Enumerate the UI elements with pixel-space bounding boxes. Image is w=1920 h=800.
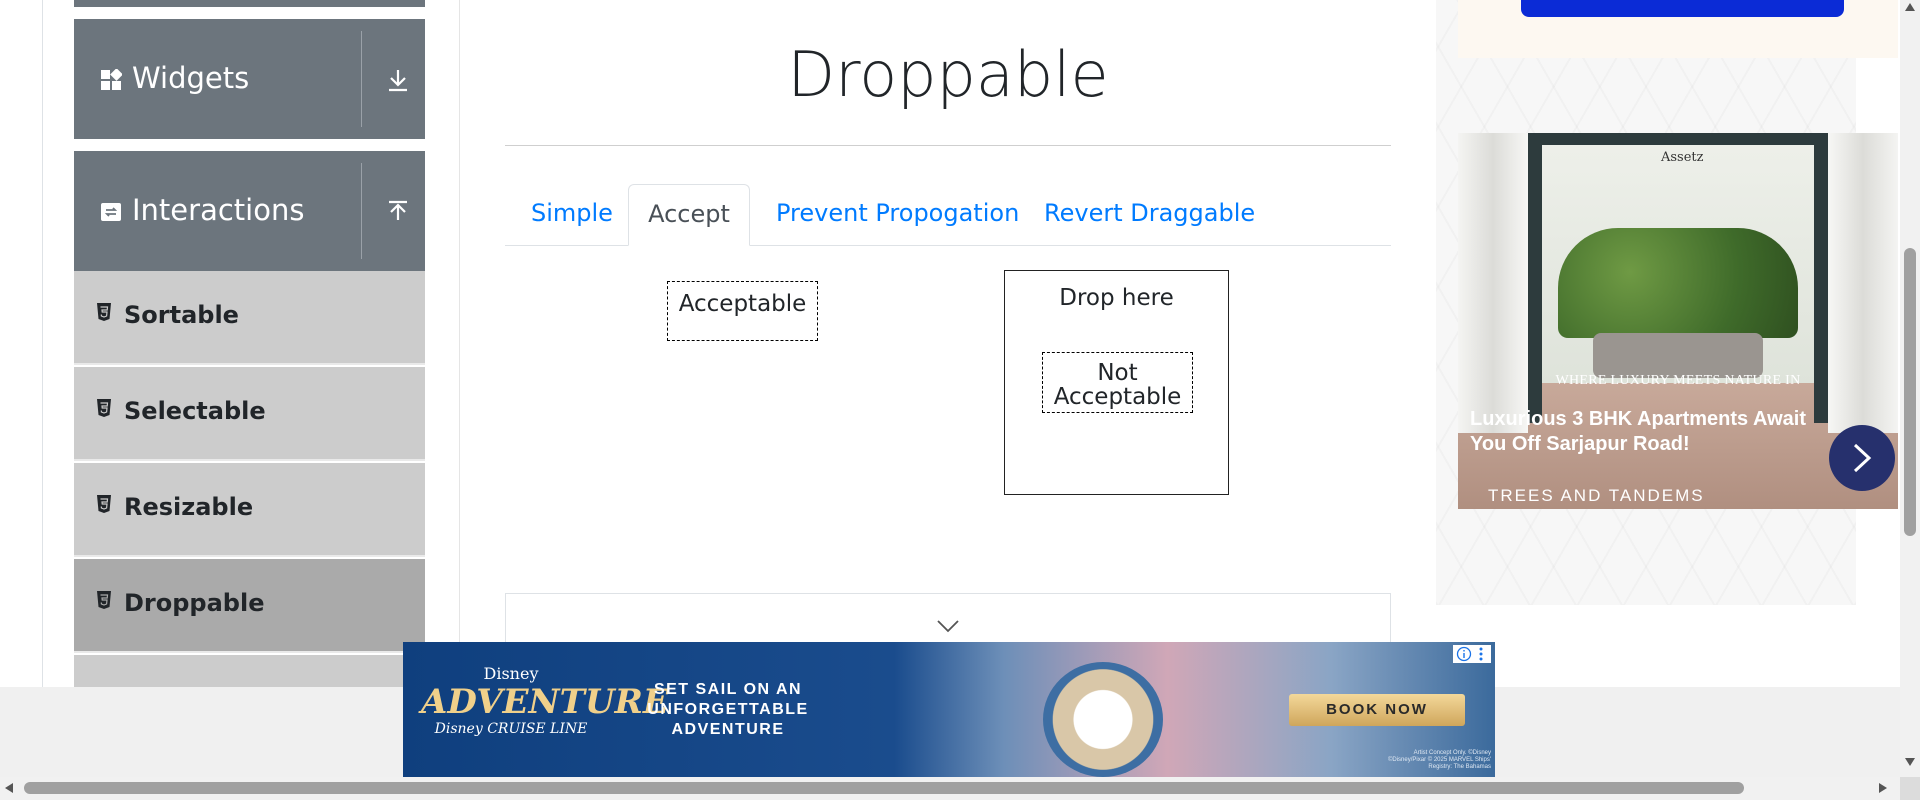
apartment-ad[interactable]: Assetz WHERE LUXURY MEETS NATURE IN Luxu… bbox=[1458, 133, 1898, 509]
sidebar-group-previous[interactable] bbox=[74, 0, 425, 7]
disney-cruise-ad[interactable]: Disney ADVENTURE Disney CRUISE LINE SET … bbox=[403, 642, 1495, 777]
sidebar-item-label: Resizable bbox=[124, 493, 254, 521]
logo-bottom-text: Disney CRUISE LINE bbox=[434, 721, 588, 737]
scroll-down-arrow-icon[interactable] bbox=[1905, 758, 1915, 766]
scroll-right-arrow-icon[interactable] bbox=[1879, 783, 1887, 793]
chevron-right-icon bbox=[1853, 443, 1872, 473]
sidebar-item-label: Sortable bbox=[124, 301, 239, 329]
sidebar-item-label: Droppable bbox=[124, 589, 265, 617]
group-separator bbox=[361, 31, 362, 127]
sidebar-group-label: Interactions bbox=[132, 193, 305, 227]
ad-copy: SET SAIL ON AN UNFORGETTABLE ADVENTURE bbox=[647, 681, 809, 738]
logo-main-text: ADVENTURE bbox=[421, 682, 669, 722]
interactions-icon bbox=[101, 203, 121, 221]
group-separator bbox=[361, 163, 362, 259]
sidebar-divider bbox=[459, 0, 460, 688]
ad-tagline: WHERE LUXURY MEETS NATURE IN bbox=[1555, 373, 1801, 388]
sidebar-item-label: Selectable bbox=[124, 397, 266, 425]
download-arrow-icon[interactable] bbox=[385, 67, 411, 93]
scroll-left-arrow-icon[interactable] bbox=[5, 783, 13, 793]
scroll-up-arrow-icon[interactable] bbox=[1905, 3, 1915, 11]
html5-icon bbox=[97, 303, 111, 321]
vertical-scroll-thumb[interactable] bbox=[1904, 248, 1916, 536]
sidebar-item-resizable[interactable]: Resizable bbox=[74, 463, 425, 557]
horizontal-scroll-thumb[interactable] bbox=[24, 782, 1744, 794]
widgets-grid-icon bbox=[101, 69, 122, 90]
drop-target[interactable]: Drop here Not Acceptable bbox=[1004, 270, 1229, 495]
disney-adventure-logo: Disney ADVENTURE Disney CRUISE LINE bbox=[421, 664, 669, 737]
html5-icon bbox=[97, 591, 111, 609]
upload-arrow-icon[interactable] bbox=[385, 199, 411, 225]
horizontal-scrollbar[interactable] bbox=[0, 777, 1920, 800]
ad-brand: TREES AND TANDEMS bbox=[1488, 486, 1705, 505]
acceptable-draggable[interactable]: Acceptable bbox=[667, 281, 818, 341]
ad-image-trees bbox=[1558, 228, 1798, 338]
ad-characters-image bbox=[1043, 662, 1163, 777]
page-title: Droppable bbox=[787, 38, 1109, 111]
ad-logo: Assetz bbox=[1661, 150, 1704, 165]
title-divider bbox=[505, 145, 1391, 146]
tab-revert-draggable[interactable]: Revert Draggable bbox=[1044, 184, 1255, 246]
ad-image-frame bbox=[1528, 133, 1828, 145]
tab-prevent-propogation[interactable]: Prevent Propogation bbox=[776, 184, 1019, 246]
ad-image-sofa bbox=[1593, 333, 1763, 378]
drop-target-label: Drop here bbox=[1059, 285, 1174, 311]
sidebar-item-selectable[interactable]: Selectable bbox=[74, 367, 425, 461]
ad-choices[interactable] bbox=[1453, 645, 1491, 663]
info-icon[interactable] bbox=[1456, 646, 1488, 662]
html5-icon bbox=[97, 399, 111, 417]
sidebar-group-label: Widgets bbox=[132, 61, 250, 95]
tab-simple[interactable]: Simple bbox=[531, 184, 613, 246]
book-now-button[interactable]: BOOK NOW bbox=[1289, 694, 1465, 726]
ad-next-button[interactable] bbox=[1829, 425, 1895, 491]
ad-cta-button[interactable] bbox=[1521, 0, 1844, 17]
logo-top-text: Disney bbox=[483, 664, 539, 683]
ad-fine-print: Artist Concept Only. ©Disney ©Disney/Pix… bbox=[1387, 750, 1491, 770]
sidebar-border bbox=[42, 0, 43, 688]
sidebar-group-interactions[interactable]: Interactions bbox=[74, 151, 425, 271]
not-acceptable-draggable[interactable]: Not Acceptable bbox=[1042, 352, 1193, 413]
vertical-scrollbar[interactable] bbox=[1900, 0, 1920, 777]
sidebar-item-sortable[interactable]: Sortable bbox=[74, 271, 425, 365]
ad-headline[interactable]: Luxurious 3 BHK Apartments Await You Off… bbox=[1470, 407, 1830, 457]
sidebar-group-widgets[interactable]: Widgets bbox=[74, 19, 425, 139]
tab-accept[interactable]: Accept bbox=[628, 184, 750, 246]
sidebar-item-droppable[interactable]: Droppable bbox=[74, 559, 425, 653]
chevron-down-icon[interactable] bbox=[936, 619, 960, 633]
scrollbar-corner bbox=[1900, 777, 1920, 800]
html5-icon bbox=[97, 495, 111, 513]
